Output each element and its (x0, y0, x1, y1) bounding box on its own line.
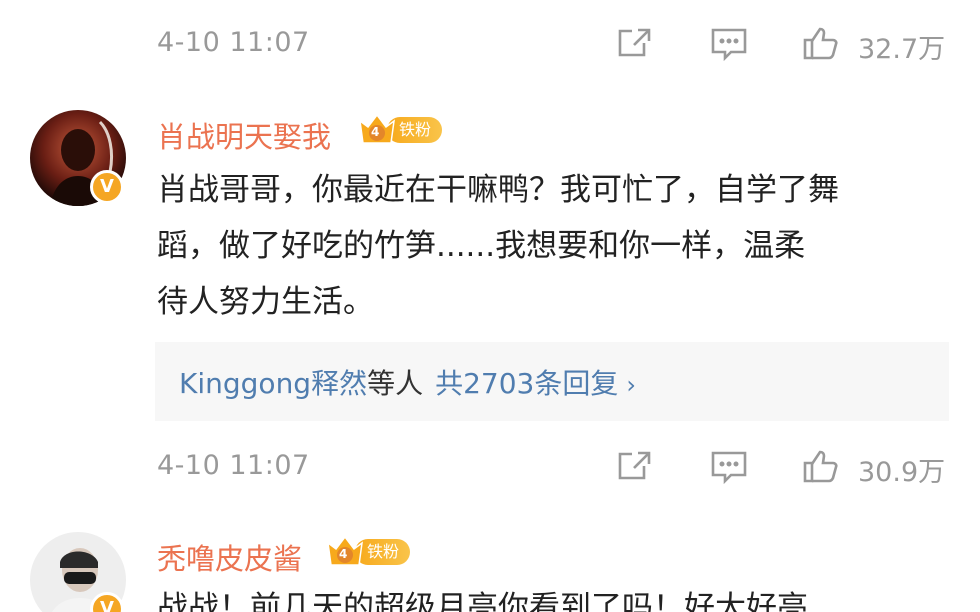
comment-timestamp: 4-10 11:07 (157, 27, 310, 58)
like-count: 30.9万 (858, 457, 946, 488)
replies-preview[interactable]: Kinggong释然等人 共2703条回复 › (155, 342, 949, 421)
fan-badge: 铁粉 4 (325, 533, 411, 569)
chevron-right-icon: › (626, 371, 636, 399)
thumbs-up-icon[interactable] (801, 446, 841, 486)
avatar[interactable]: V (30, 110, 126, 206)
verified-badge-icon: V (90, 170, 124, 204)
comment-icon[interactable] (709, 23, 749, 63)
comment-line: 蹈，做了好吃的竹笋......我想要和你一样，温柔 (157, 228, 806, 264)
comment-action-row: 4-10 11:07 30.9万 (0, 436, 980, 496)
thumbs-up-icon[interactable] (801, 23, 841, 63)
share-icon[interactable] (614, 23, 654, 63)
comment-line: 待人努力生活。 (157, 284, 374, 320)
comment-username[interactable]: 秃噜皮皮酱 (157, 536, 302, 578)
comment-icon[interactable] (709, 446, 749, 486)
comment-content: 肖战哥哥，你最近在干嘛鸭？我可忙了，自学了舞 蹈，做了好吃的竹笋......我想… (157, 162, 957, 330)
comment-username[interactable]: 肖战明天娶我 (157, 114, 331, 156)
share-icon[interactable] (614, 446, 654, 486)
reply-names-suffix: 等人 (367, 367, 424, 400)
fan-level: 4 (371, 125, 380, 139)
reply-count-link[interactable]: 共2703条回复 (435, 367, 618, 400)
fan-badge: 铁粉 4 (357, 111, 443, 147)
avatar[interactable]: V (30, 532, 126, 612)
comment-timestamp: 4-10 11:07 (157, 450, 310, 481)
reply-names[interactable]: Kinggong释然 (179, 367, 367, 400)
comment-line: 战战！前几天的超级月亮你看到了吗！好大好亮 (157, 590, 808, 612)
comment-line: 肖战哥哥，你最近在干嘛鸭？我可忙了，自学了舞 (157, 172, 839, 208)
fan-level: 4 (339, 547, 348, 561)
comment-content: 战战！前几天的超级月亮你看到了吗！好大好亮 (157, 580, 957, 612)
like-count: 32.7万 (858, 34, 946, 65)
comment-action-row: 4-10 11:07 32.7万 (0, 13, 980, 73)
